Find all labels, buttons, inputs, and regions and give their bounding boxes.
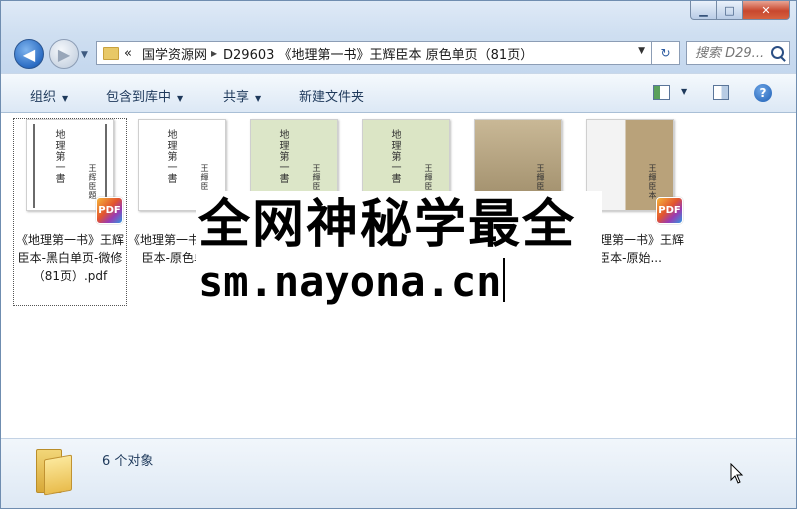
command-bar: 组织 ▼ 包含到库中 ▼ 共享 ▼ 新建文件夹: [1, 73, 796, 113]
details-pane: 6 个对象: [1, 438, 796, 508]
forward-button[interactable]: ▶: [49, 39, 79, 69]
back-button[interactable]: ◀: [14, 39, 44, 69]
watermark-title: 全网神秘学最全: [198, 195, 577, 255]
forward-arrow-icon: ▶: [57, 44, 71, 64]
item-count: 6 个对象: [102, 454, 154, 469]
title-bar: ▁ □ ✕ ◀ ▶ ▼ « 国学资源网 ▸ D29603 《地理第一书》王辉臣本…: [1, 1, 796, 73]
address-bar[interactable]: « 国学资源网 ▸ D29603 《地理第一书》王辉臣本 原色单页（81页） ▼: [96, 41, 652, 65]
include-in-library-menu[interactable]: 包含到库中 ▼: [106, 86, 183, 105]
address-overflow-chevron[interactable]: «: [124, 46, 132, 61]
address-dropdown-icon[interactable]: ▼: [638, 46, 645, 56]
caption-buttons: ▁ □ ✕: [690, 1, 790, 20]
change-view-icon[interactable]: [653, 85, 670, 100]
thumbnail-author-text: 王辉臣題: [88, 164, 97, 200]
back-arrow-icon: ◀: [22, 44, 36, 64]
minimize-button[interactable]: ▁: [690, 1, 717, 20]
watermark-url-text: sm.nayona.cn: [198, 257, 502, 306]
help-icon[interactable]: ?: [754, 84, 772, 102]
new-folder-label: 新建文件夹: [299, 90, 365, 105]
thumbnail-title-text: 地理第一書: [55, 130, 66, 185]
pdf-icon: PDF: [656, 197, 683, 224]
folder-large-icon: [36, 443, 72, 496]
organize-menu[interactable]: 组织 ▼: [30, 86, 68, 105]
close-button[interactable]: ✕: [743, 1, 790, 20]
thumbnail-title-text: 地理第一書: [279, 130, 290, 185]
organize-label: 组织: [30, 90, 57, 105]
new-folder-button[interactable]: 新建文件夹: [299, 86, 364, 105]
thumbnail-title-text: 地理第一書: [391, 130, 402, 185]
mouse-pointer-icon: [730, 463, 744, 484]
explorer-window: ▁ □ ✕ ◀ ▶ ▼ « 国学资源网 ▸ D29603 《地理第一书》王辉臣本…: [0, 0, 797, 509]
refresh-icon: ↻: [660, 46, 671, 60]
folder-icon: [103, 46, 119, 60]
text-caret: [503, 258, 506, 302]
watermark-url: sm.nayona.cn: [198, 257, 506, 307]
maximize-button[interactable]: □: [717, 1, 743, 20]
share-label: 共享: [223, 90, 250, 105]
dropdown-arrow-icon: ▼: [255, 94, 262, 103]
search-icon: [771, 46, 784, 59]
breadcrumb-guoxue[interactable]: 国学资源网: [142, 44, 207, 63]
search-input[interactable]: [695, 45, 775, 61]
search-box[interactable]: [686, 41, 790, 65]
file-item[interactable]: 地理第一書王辉臣題 PDF 《地理第一书》王辉臣本-黑白单页-微修（81页）.pdf: [13, 118, 127, 306]
breadcrumb-separator-icon[interactable]: ▸: [211, 46, 217, 60]
watermark-banner: 全网神秘学最全 sm.nayona.cn: [196, 191, 602, 316]
thumbnail-title-text: 地理第一書: [167, 130, 178, 185]
thumbnail-author-text: 王輝臣本: [648, 164, 657, 200]
pdf-icon: PDF: [96, 197, 123, 224]
file-name-label: 《地理第一书》王辉臣本-黑白单页-微修（81页）.pdf: [15, 233, 124, 283]
include-library-label: 包含到库中: [106, 90, 172, 105]
refresh-button[interactable]: ↻: [652, 41, 680, 65]
dropdown-arrow-icon: ▼: [177, 94, 184, 103]
recent-pages-dropdown[interactable]: ▼: [81, 50, 88, 60]
view-options-dropdown-icon[interactable]: ▼: [681, 87, 687, 96]
breadcrumb-current-folder[interactable]: D29603 《地理第一书》王辉臣本 原色单页（81页）: [223, 44, 533, 63]
preview-pane-icon[interactable]: [713, 85, 729, 100]
share-menu[interactable]: 共享 ▼: [223, 86, 261, 105]
dropdown-arrow-icon: ▼: [62, 94, 69, 103]
